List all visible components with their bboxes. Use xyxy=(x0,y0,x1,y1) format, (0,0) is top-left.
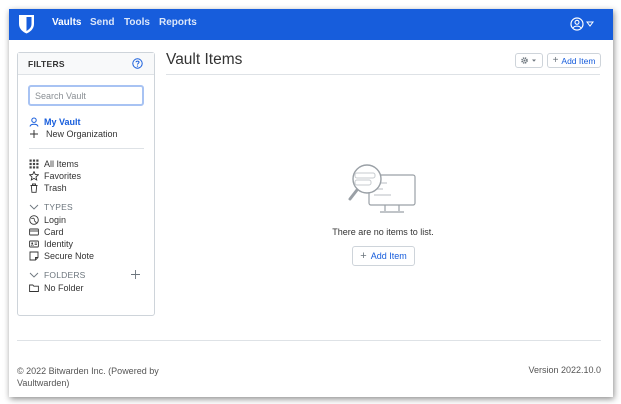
bitwarden-shield-icon[interactable] xyxy=(18,14,35,34)
user-icon xyxy=(29,117,39,127)
empty-state-text: There are no items to list. xyxy=(332,227,434,237)
question-circle-icon[interactable] xyxy=(132,58,143,69)
nav-vaults[interactable]: Vaults xyxy=(52,17,81,28)
globe-icon xyxy=(29,215,39,225)
app-window: Vaults Send Tools Reports FILTERS My Vau… xyxy=(9,9,613,397)
nav-tools[interactable]: Tools xyxy=(124,17,150,28)
filter-type-card[interactable]: Card xyxy=(29,226,64,238)
my-vault-label: My Vault xyxy=(44,117,81,127)
all-items-label: All Items xyxy=(44,159,79,169)
folder-icon xyxy=(29,284,39,292)
trash-icon xyxy=(30,183,38,193)
sticky-note-icon xyxy=(29,251,39,261)
type-login-label: Login xyxy=(44,215,67,225)
title-divider xyxy=(166,74,600,75)
filter-my-vault[interactable]: My Vault xyxy=(29,116,81,128)
new-organization-label: New Organization xyxy=(46,129,118,139)
filter-new-organization[interactable]: New Organization xyxy=(29,128,118,140)
add-item-button[interactable]: + Add Item xyxy=(352,246,415,266)
add-item-label: Add Item xyxy=(370,251,407,261)
footer-version: Version 2022.10.0 xyxy=(528,365,601,375)
account-menu[interactable] xyxy=(570,16,598,32)
add-item-button-header[interactable]: + Add Item xyxy=(547,53,601,68)
favorites-label: Favorites xyxy=(44,171,82,181)
footer-copyright: © 2022 Bitwarden Inc. (Powered by Vaultw… xyxy=(17,366,159,388)
plus-icon xyxy=(30,130,38,138)
folders-heading[interactable]: FOLDERS xyxy=(29,269,86,281)
types-heading[interactable]: TYPES xyxy=(29,201,73,213)
trash-label: Trash xyxy=(44,183,67,193)
type-card-label: Card xyxy=(44,227,64,237)
plus-icon[interactable] xyxy=(130,269,141,280)
credit-card-icon xyxy=(29,228,39,236)
type-identity-label: Identity xyxy=(44,239,74,249)
chevron-down-icon xyxy=(29,272,39,278)
no-folder-label: No Folder xyxy=(44,283,84,293)
filter-type-identity[interactable]: Identity xyxy=(29,238,73,250)
filters-divider xyxy=(29,148,144,149)
top-navbar: Vaults Send Tools Reports xyxy=(9,9,613,40)
types-heading-label: TYPES xyxy=(44,202,73,212)
page-title: Vault Items xyxy=(166,51,243,68)
search-input[interactable] xyxy=(28,85,144,106)
plus-icon: + xyxy=(360,250,367,262)
filter-all-items[interactable]: All Items xyxy=(29,158,79,170)
id-card-icon xyxy=(29,240,39,248)
folders-heading-label: FOLDERS xyxy=(44,270,86,280)
nav-send[interactable]: Send xyxy=(90,17,114,28)
no-items-illustration xyxy=(348,164,416,213)
filter-type-login[interactable]: Login xyxy=(29,214,66,226)
filter-no-folder[interactable]: No Folder xyxy=(29,282,84,294)
grid-icon xyxy=(29,159,39,169)
filters-header: FILTERS xyxy=(18,53,154,75)
options-button[interactable] xyxy=(515,53,543,68)
filters-panel: FILTERS My Vault New Organization All It… xyxy=(17,52,155,316)
filters-title: FILTERS xyxy=(28,59,65,69)
gear-icon xyxy=(521,57,536,64)
add-item-label: Add Item xyxy=(561,55,596,66)
star-icon xyxy=(29,171,39,181)
chevron-down-icon xyxy=(29,204,39,210)
plus-icon: + xyxy=(552,55,559,66)
nav-reports[interactable]: Reports xyxy=(159,17,197,28)
filter-type-secure-note[interactable]: Secure Note xyxy=(29,250,94,262)
filter-trash[interactable]: Trash xyxy=(29,182,67,194)
filter-favorites[interactable]: Favorites xyxy=(29,170,81,182)
footer-divider xyxy=(17,340,601,341)
type-secure-note-label: Secure Note xyxy=(44,251,95,261)
